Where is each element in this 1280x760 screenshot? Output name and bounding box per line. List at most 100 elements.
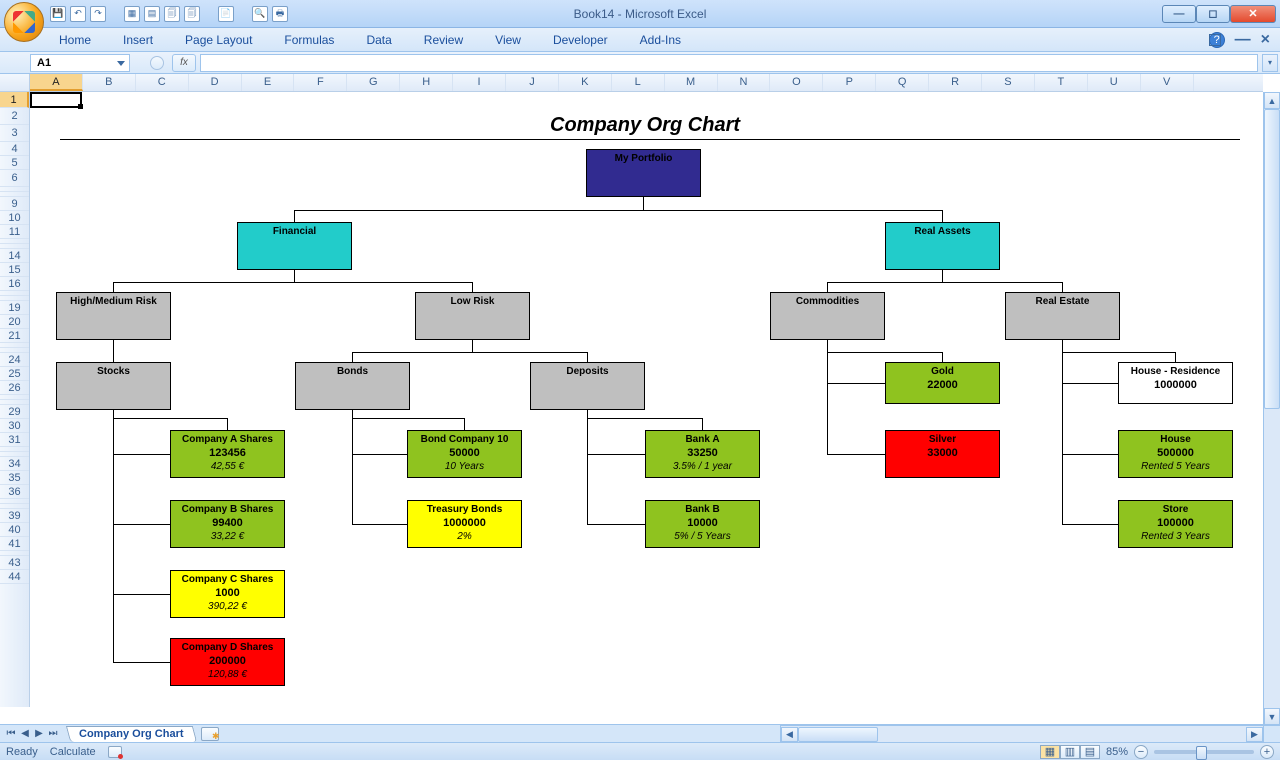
node-financial[interactable]: Financial	[237, 222, 352, 270]
col-header[interactable]: N	[718, 74, 771, 91]
zoom-out-button[interactable]: −	[1134, 745, 1148, 759]
node-tbonds[interactable]: Treasury Bonds10000002%	[407, 500, 522, 548]
col-header[interactable]: U	[1088, 74, 1141, 91]
node-bank-b[interactable]: Bank B100005% / 5 Years	[645, 500, 760, 548]
print-preview-icon[interactable]: 🔍	[252, 6, 268, 22]
scroll-down-icon[interactable]: ▼	[1264, 708, 1280, 725]
col-header[interactable]: D	[189, 74, 242, 91]
col-header[interactable]: F	[294, 74, 347, 91]
row-header[interactable]: 16	[0, 277, 29, 291]
col-header[interactable]: H	[400, 74, 453, 91]
node-real-assets[interactable]: Real Assets	[885, 222, 1000, 270]
cells-area[interactable]: Company Org Chart My Portfolio Financial…	[30, 92, 1263, 707]
close-workbook-icon[interactable]: ×	[1261, 31, 1270, 49]
col-header[interactable]: G	[347, 74, 400, 91]
tab-addins[interactable]: Add-Ins	[636, 30, 685, 50]
node-realestate[interactable]: Real Estate	[1005, 292, 1120, 340]
row-header[interactable]: 43	[0, 556, 29, 570]
row-header[interactable]: 21	[0, 329, 29, 343]
col-header[interactable]: S	[982, 74, 1035, 91]
minimize-workbook-icon[interactable]: —	[1235, 31, 1251, 49]
org-chart[interactable]: Company Org Chart My Portfolio Financial…	[30, 92, 1263, 707]
col-header[interactable]: E	[242, 74, 295, 91]
col-header[interactable]: C	[136, 74, 189, 91]
node-deposits[interactable]: Deposits	[530, 362, 645, 410]
save-icon[interactable]: 💾	[50, 6, 66, 22]
qat-icon[interactable]: 🗐	[184, 6, 200, 22]
col-header[interactable]: I	[453, 74, 506, 91]
page-break-view-icon[interactable]: ▤	[1080, 745, 1100, 759]
row-header[interactable]: 9	[0, 197, 29, 211]
row-header[interactable]: 11	[0, 225, 29, 239]
col-header[interactable]: V	[1141, 74, 1194, 91]
col-header[interactable]: O	[770, 74, 823, 91]
zoom-in-button[interactable]: +	[1260, 745, 1274, 759]
col-header[interactable]: T	[1035, 74, 1088, 91]
row-header[interactable]: 2	[0, 108, 29, 125]
tab-view[interactable]: View	[491, 30, 525, 50]
select-all-corner[interactable]	[0, 74, 30, 91]
undo-icon[interactable]: ↶	[70, 6, 86, 22]
new-sheet-button[interactable]	[201, 727, 219, 741]
row-header[interactable]: 5	[0, 156, 29, 170]
row-header[interactable]: 24	[0, 353, 29, 367]
qat-icon[interactable]: 🗐	[164, 6, 180, 22]
row-header[interactable]: 34	[0, 457, 29, 471]
prev-sheet-icon[interactable]: ◀	[18, 727, 32, 741]
scroll-right-icon[interactable]: ▶	[1246, 727, 1263, 742]
col-header[interactable]: A	[30, 74, 83, 91]
office-button[interactable]	[4, 2, 44, 42]
zoom-level[interactable]: 85%	[1106, 746, 1128, 758]
next-sheet-icon[interactable]: ▶	[32, 727, 46, 741]
col-header[interactable]: R	[929, 74, 982, 91]
row-header[interactable]: 3	[0, 125, 29, 142]
node-company-c[interactable]: Company C Shares1000390,22 €	[170, 570, 285, 618]
node-company-a[interactable]: Company A Shares12345642,55 €	[170, 430, 285, 478]
node-stocks[interactable]: Stocks	[56, 362, 171, 410]
row-header[interactable]: 1	[0, 92, 29, 108]
zoom-slider[interactable]	[1154, 750, 1254, 754]
row-header[interactable]: 14	[0, 249, 29, 263]
close-button[interactable]: ✕	[1230, 5, 1276, 23]
node-gold[interactable]: Gold22000	[885, 362, 1000, 404]
node-company-d[interactable]: Company D Shares200000120,88 €	[170, 638, 285, 686]
scroll-thumb[interactable]	[1264, 109, 1280, 409]
tab-data[interactable]: Data	[362, 30, 395, 50]
node-house[interactable]: House500000Rented 5 Years	[1118, 430, 1233, 478]
cancel-icon[interactable]	[150, 56, 164, 70]
col-header[interactable]: J	[506, 74, 559, 91]
node-store[interactable]: Store100000Rented 3 Years	[1118, 500, 1233, 548]
node-root[interactable]: My Portfolio	[586, 149, 701, 197]
tab-page-layout[interactable]: Page Layout	[181, 30, 256, 50]
normal-view-icon[interactable]: ▦	[1040, 745, 1060, 759]
maximize-button[interactable]: ◻	[1196, 5, 1230, 23]
horizontal-scrollbar[interactable]: ◀ ▶	[780, 725, 1263, 742]
row-header[interactable]: 26	[0, 381, 29, 395]
row-header[interactable]: 35	[0, 471, 29, 485]
row-header[interactable]: 40	[0, 523, 29, 537]
node-hmrisk[interactable]: High/Medium Risk	[56, 292, 171, 340]
row-header[interactable]: 25	[0, 367, 29, 381]
redo-icon[interactable]: ↷	[90, 6, 106, 22]
tab-formulas[interactable]: Formulas	[280, 30, 338, 50]
scroll-left-icon[interactable]: ◀	[781, 727, 798, 742]
row-header[interactable]: 10	[0, 211, 29, 225]
first-sheet-icon[interactable]: ⏮	[4, 727, 18, 741]
node-lowrisk[interactable]: Low Risk	[415, 292, 530, 340]
minimize-button[interactable]: —	[1162, 5, 1196, 23]
page-layout-view-icon[interactable]: ▥	[1060, 745, 1080, 759]
row-header[interactable]: 44	[0, 570, 29, 584]
fx-button[interactable]: fx	[172, 54, 196, 72]
col-header[interactable]: L	[612, 74, 665, 91]
name-box[interactable]: A1	[30, 54, 130, 72]
qat-icon[interactable]: ▦	[124, 6, 140, 22]
col-header[interactable]: Q	[876, 74, 929, 91]
tab-insert[interactable]: Insert	[119, 30, 157, 50]
expand-formula-bar-icon[interactable]	[1262, 54, 1278, 72]
restore-workbook-icon[interactable]	[1209, 34, 1221, 46]
scroll-thumb[interactable]	[798, 727, 878, 742]
row-header[interactable]: 15	[0, 263, 29, 277]
tab-review[interactable]: Review	[420, 30, 467, 50]
col-header[interactable]: K	[559, 74, 612, 91]
node-house-residence[interactable]: House - Residence1000000	[1118, 362, 1233, 404]
